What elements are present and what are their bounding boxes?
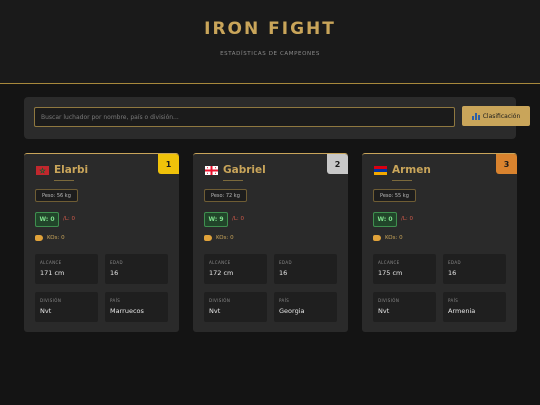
stat-label: ALCANCE	[40, 260, 62, 265]
stat-country: PAÍS Georgia	[274, 292, 337, 322]
fist-icon	[373, 235, 381, 241]
kos-text: KOs: 0	[47, 235, 65, 241]
losses-text: /L: 0	[232, 216, 245, 222]
wins-tag: W: 9	[204, 212, 228, 227]
wins-tag: W: 0	[373, 212, 397, 227]
fighter-name: Gabriel	[223, 164, 266, 176]
weight-tag: Peso: 56 kg	[35, 189, 78, 202]
ranking-button[interactable]: Clasificación	[462, 106, 530, 126]
stat-division: DIVISIÓN Nvt	[35, 292, 98, 322]
stat-value: 175 cm	[378, 269, 403, 277]
stat-label: DIVISIÓN	[40, 298, 62, 303]
armenia-flag-icon	[374, 166, 387, 175]
stat-label: DIVISIÓN	[209, 298, 231, 303]
georgia-flag-icon	[205, 166, 218, 175]
stat-label: EDAD	[279, 260, 292, 265]
stat-value: 171 cm	[40, 269, 65, 277]
ranking-button-label: Clasificación	[482, 112, 521, 120]
rank-badge: 3	[496, 154, 517, 174]
name-underline	[54, 180, 74, 181]
stat-label: PAÍS	[110, 298, 121, 303]
stat-label: PAÍS	[448, 298, 459, 303]
page-subtitle: ESTADÍSTICAS DE CAMPEONES	[220, 51, 320, 57]
rank-badge: 1	[158, 154, 179, 174]
stat-value: 16	[110, 269, 119, 277]
stat-value: Marruecos	[110, 307, 144, 315]
stat-label: PAÍS	[279, 298, 290, 303]
stat-label: DIVISIÓN	[378, 298, 400, 303]
stat-age: EDAD 16	[443, 254, 506, 284]
kos-row: KOs: 0	[35, 235, 65, 241]
fist-icon	[204, 235, 212, 241]
stat-age: EDAD 16	[274, 254, 337, 284]
fighter-card[interactable]: 2 Gabriel Peso: 72 kg W: 9 /L: 0 KOs: 0 …	[193, 153, 348, 332]
weight-tag: Peso: 55 kg	[373, 189, 416, 202]
kos-text: KOs: 0	[385, 235, 403, 241]
stat-value: Nvt	[209, 307, 221, 315]
stat-label: ALCANCE	[378, 260, 400, 265]
fighter-card[interactable]: 1 Elarbi Peso: 56 kg W: 0 /L: 0 KOs: 0 A…	[24, 153, 179, 332]
search-panel: Clasificación	[24, 97, 530, 139]
stat-value: 16	[279, 269, 288, 277]
bar-chart-icon	[471, 112, 480, 120]
fighter-name: Elarbi	[54, 164, 89, 176]
stat-value: Nvt	[378, 307, 390, 315]
stat-age: EDAD 16	[105, 254, 168, 284]
kos-row: KOs: 0	[204, 235, 234, 241]
kos-row: KOs: 0	[373, 235, 403, 241]
stat-reach: ALCANCE 172 cm	[204, 254, 267, 284]
stat-country: PAÍS Armenia	[443, 292, 506, 322]
fighter-card[interactable]: 3 Armen Peso: 55 kg W: 0 /L: 0 KOs: 0 AL…	[362, 153, 517, 332]
page-title: IRON FIGHT	[204, 19, 336, 39]
weight-tag: Peso: 72 kg	[204, 189, 247, 202]
stat-value: Armenia	[448, 307, 476, 315]
stat-value: 16	[448, 269, 457, 277]
stat-reach: ALCANCE 171 cm	[35, 254, 98, 284]
fist-icon	[35, 235, 43, 241]
losses-text: /L: 0	[401, 216, 414, 222]
search-input[interactable]	[34, 107, 455, 127]
stat-reach: ALCANCE 175 cm	[373, 254, 436, 284]
kos-text: KOs: 0	[216, 235, 234, 241]
morocco-flag-icon	[36, 166, 49, 175]
losses-text: /L: 0	[63, 216, 76, 222]
stat-value: 172 cm	[209, 269, 234, 277]
page-header: IRON FIGHT ESTADÍSTICAS DE CAMPEONES	[0, 0, 540, 84]
stat-value: Georgia	[279, 307, 305, 315]
stat-label: EDAD	[110, 260, 123, 265]
stat-country: PAÍS Marruecos	[105, 292, 168, 322]
name-underline	[392, 180, 412, 181]
stat-label: EDAD	[448, 260, 461, 265]
stat-division: DIVISIÓN Nvt	[204, 292, 267, 322]
stat-label: ALCANCE	[209, 260, 231, 265]
fighter-name: Armen	[392, 164, 431, 176]
wins-tag: W: 0	[35, 212, 59, 227]
name-underline	[223, 180, 243, 181]
stat-division: DIVISIÓN Nvt	[373, 292, 436, 322]
stat-value: Nvt	[40, 307, 52, 315]
rank-badge: 2	[327, 154, 348, 174]
